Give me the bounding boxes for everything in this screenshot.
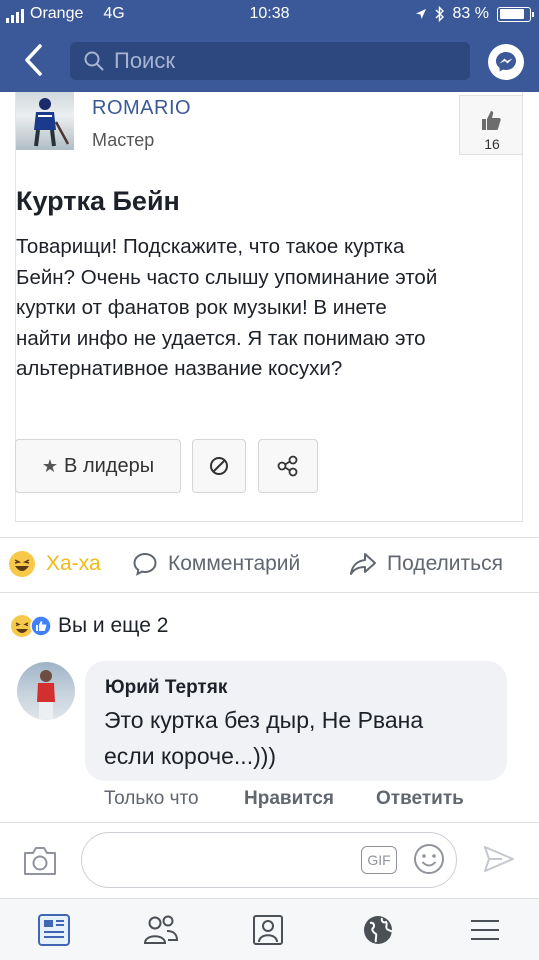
- location-icon: [415, 9, 426, 19]
- author-avatar[interactable]: [16, 92, 74, 150]
- friends-icon: [143, 915, 179, 944]
- post-body-line: найти инфо не удается. Я так понимаю это: [16, 326, 426, 350]
- comment-text-line: если короче...))): [104, 743, 277, 769]
- commenter-name[interactable]: Юрий Тертяк: [105, 677, 227, 699]
- send-button[interactable]: [482, 843, 516, 875]
- share-nodes-icon: [277, 455, 298, 477]
- tab-notifications[interactable]: [361, 913, 397, 947]
- card-border-right: [522, 92, 523, 522]
- comment-time: Только что: [104, 788, 199, 809]
- camera-icon: [24, 847, 56, 875]
- search-placeholder: Поиск: [114, 48, 175, 73]
- messenger-button[interactable]: [488, 44, 524, 80]
- like-button[interactable]: 16: [459, 95, 523, 155]
- tab-profile[interactable]: [251, 913, 287, 947]
- status-bar: Orange 4G 10:38 83 %: [0, 0, 539, 28]
- camera-button[interactable]: [22, 844, 58, 878]
- search-input[interactable]: Поиск: [70, 42, 470, 80]
- smiley-icon: [414, 844, 444, 874]
- reactions-summary[interactable]: Вы и еще 2: [10, 614, 168, 638]
- hamburger-menu-icon: [471, 920, 499, 940]
- like-count: 16: [484, 136, 500, 152]
- author-rank: Мастер: [92, 130, 155, 150]
- messenger-icon: [496, 52, 516, 72]
- comment-button[interactable]: Комментарий: [132, 550, 300, 578]
- gif-button[interactable]: GIF: [361, 846, 397, 874]
- thumbs-up-icon: [482, 111, 501, 130]
- comment-like-button[interactable]: Нравится: [244, 788, 334, 810]
- post-body-line: куртки от фанатов рок музыки! В инете: [16, 296, 387, 319]
- comment-text: Это куртка без дыр, Не Рвана если короче…: [104, 702, 499, 774]
- send-icon: [484, 846, 514, 872]
- to-leaders-button[interactable]: ★ В лидеры: [15, 439, 181, 493]
- comment-input[interactable]: [81, 832, 457, 888]
- tab-menu[interactable]: [468, 913, 504, 947]
- status-right: 83 %: [415, 5, 534, 23]
- post-body-line: Бейн? Очень часто слышу упоминание этой: [16, 265, 438, 289]
- profile-icon: [253, 915, 283, 945]
- post-body-line: Товарищи! Подскажите, что такое куртка: [16, 235, 405, 258]
- block-button[interactable]: [192, 439, 246, 493]
- news-feed-icon: [38, 914, 70, 946]
- share-label: Поделиться: [387, 552, 503, 575]
- comment-reply-button[interactable]: Ответить: [376, 788, 464, 810]
- hockey-player-photo: [34, 98, 70, 147]
- divider: [0, 537, 539, 538]
- bluetooth-icon: [435, 6, 444, 22]
- to-leaders-label: В лидеры: [64, 454, 155, 477]
- block-icon: [210, 457, 228, 475]
- share-network-button[interactable]: [258, 439, 318, 493]
- tab-friends[interactable]: [142, 913, 179, 947]
- gif-label: GIF: [367, 852, 391, 868]
- battery-percent: 83 %: [452, 5, 489, 22]
- haha-reaction-button[interactable]: Ха-ха: [8, 550, 101, 578]
- top-bar: Orange 4G 10:38 83 % Поиск: [0, 0, 539, 92]
- card-border-bottom: [15, 521, 523, 522]
- share-button[interactable]: Поделиться: [349, 550, 503, 578]
- chevron-left-icon: [25, 44, 42, 76]
- post-title: Куртка Бейн: [16, 186, 180, 216]
- post-body-line: альтернативное название косухи?: [16, 357, 343, 380]
- tab-news-feed[interactable]: [36, 913, 72, 947]
- person-photo: [37, 670, 55, 720]
- like-reaction-icon: [30, 615, 52, 637]
- post-card: ROMARIO Мастер 16 Куртка Бейн Товарищи! …: [0, 92, 539, 532]
- divider: [0, 592, 539, 593]
- comment-icon: [133, 552, 157, 576]
- share-arrow-icon: [350, 553, 376, 575]
- emoji-button[interactable]: [413, 843, 445, 875]
- comment-text-line: Это куртка без дыр, Не Рвана: [104, 707, 424, 733]
- haha-label: Ха-ха: [46, 552, 101, 575]
- divider: [0, 822, 539, 823]
- search-icon: [84, 51, 104, 71]
- battery-icon: [497, 6, 534, 22]
- back-button[interactable]: [18, 40, 50, 80]
- post-body: Товарищи! Подскажите, что такое куртка Б…: [16, 232, 516, 385]
- bottom-tab-bar: [0, 898, 539, 960]
- globe-icon: [364, 916, 393, 944]
- commenter-avatar[interactable]: [17, 662, 75, 720]
- comment-label: Комментарий: [168, 552, 301, 575]
- author-name[interactable]: ROMARIO: [92, 97, 191, 120]
- star-icon: ★: [41, 455, 59, 476]
- haha-emoji-icon: [9, 551, 35, 577]
- reactions-summary-text: Вы и еще 2: [58, 614, 169, 637]
